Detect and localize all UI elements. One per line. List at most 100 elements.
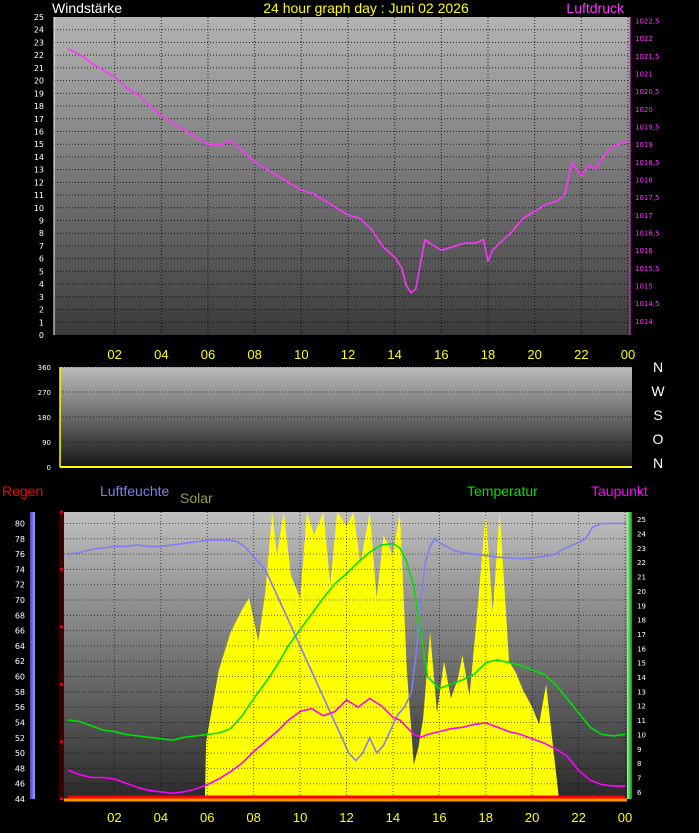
pressure-panel: 0123456789101112131415161718192021222324…	[34, 0, 660, 362]
pressure-y-axis: 1014 1014,5 1015 1015,5 1016 1016,5 1017 1017,5…	[629, 17, 660, 335]
humidity-tick-label: 72	[15, 581, 25, 590]
pressure-tick-label: 1020,5	[635, 88, 660, 96]
wind-tick-label: 9	[39, 217, 44, 226]
direction-tick-label: 0	[47, 464, 51, 472]
wind-tick-label: 16	[34, 127, 44, 136]
wind-tick-label: 4	[39, 280, 44, 289]
humidity-tick-label: 46	[15, 780, 25, 789]
compass-labels: NWSON	[651, 359, 665, 471]
temperature-tick-label: 22	[637, 559, 646, 567]
rain-axis-bar	[59, 512, 64, 799]
humidity-tick-label: 64	[15, 642, 25, 651]
compass-label: W	[651, 383, 665, 399]
humidity-tick-label: 58	[15, 688, 25, 697]
wind-tick-label: 13	[34, 166, 44, 175]
humidity-tick-label: 74	[15, 565, 25, 574]
wind-direction-panel: 090180270360 NWSON	[38, 359, 666, 472]
temperature-tick-label: 15	[637, 660, 646, 668]
x-tick-label: 22	[574, 347, 588, 362]
weather-graph: 0123456789101112131415161718192021222324…	[2, 0, 666, 825]
humidity-legend: Luftfeuchte	[100, 483, 169, 499]
humidity-tick-label: 60	[15, 673, 25, 682]
wind-tick-label: 23	[34, 38, 44, 47]
pressure-tick-label: 1017,5	[635, 194, 660, 202]
temperature-tick-label: 10	[637, 731, 646, 739]
rain-tick-marker	[60, 567, 63, 571]
rain-legend: Regen	[2, 483, 43, 499]
humidity-tick-label: 76	[15, 550, 25, 559]
humidity-y-axis: 44 46 48 50 52 54 56 58 60 62 64 66 68 70 72 74 76 78 80	[15, 519, 25, 804]
pressure-tick-label: 1020	[635, 106, 653, 114]
chart-title: 24 hour graph day : Juni 02 2026	[263, 0, 469, 16]
humidity-tick-label: 70	[15, 596, 25, 605]
wind-tick-label: 7	[39, 242, 44, 251]
humidity-tick-label: 44	[15, 795, 25, 804]
wind-tick-label: 6	[39, 255, 44, 264]
pressure-tick-label: 1021	[635, 71, 653, 79]
rain-tick-marker	[60, 625, 63, 629]
temperature-tick-label: 21	[637, 574, 646, 582]
climate-x-axis: 02 04 06 08 10 12 14 16 18 20 22 00	[64, 798, 632, 825]
x-tick-label: 14	[387, 347, 401, 362]
x-tick-label: 20	[525, 810, 539, 825]
wind-y-axis: 0123456789101112131415161718192021222324…	[34, 13, 55, 340]
climate-panel: 44464850525456586062646668707274767880 6…	[2, 483, 648, 825]
humidity-tick-label: 56	[15, 703, 25, 712]
wind-tick-label: 1	[39, 318, 44, 327]
wind-tick-label: 0	[39, 331, 44, 340]
x-tick-label: 06	[201, 347, 215, 362]
wind-tick-label: 17	[34, 115, 44, 124]
x-tick-label: 14	[386, 810, 400, 825]
x-tick-label: 20	[527, 347, 541, 362]
x-tick-label: 06	[200, 810, 214, 825]
direction-tick-label: 270	[38, 389, 51, 397]
humidity-axis-bar	[30, 512, 35, 799]
x-tick-label: 10	[293, 810, 307, 825]
humidity-tick-label: 54	[15, 718, 25, 727]
pressure-axis-title: Luftdruck	[566, 0, 625, 16]
solar-legend: Solar	[180, 490, 213, 506]
wind-tick-label: 20	[34, 77, 44, 86]
humidity-tick-label: 50	[15, 749, 25, 758]
wind-tick-label: 12	[34, 178, 44, 187]
pressure-tick-label: 1015,5	[635, 265, 660, 273]
humidity-tick-label: 78	[15, 535, 25, 544]
humidity-tick-label: 62	[15, 657, 25, 666]
humidity-tick-label: 66	[15, 627, 25, 636]
x-tick-label: 04	[154, 347, 168, 362]
x-tick-label: 16	[434, 347, 448, 362]
x-tick-label: 22	[571, 810, 585, 825]
direction-tick-label: 90	[42, 439, 51, 447]
x-tick-label: 18	[481, 347, 495, 362]
wind-tick-label: 19	[34, 89, 44, 98]
wind-tick-label: 3	[39, 293, 44, 302]
wind-tick-label: 5	[39, 267, 44, 276]
wind-axis-title: Windstärke	[52, 0, 122, 16]
humidity-tick-label: 68	[15, 611, 25, 620]
wind-tick-label: 24	[34, 26, 44, 35]
temperature-legend: Temperatur	[467, 483, 538, 499]
compass-label: O	[653, 431, 664, 447]
pressure-tick-label: 1017	[635, 212, 653, 220]
temperature-axis-bar	[627, 512, 632, 799]
temperature-tick-label: 18	[637, 617, 646, 625]
wind-tick-label: 15	[34, 140, 44, 149]
wind-tick-label: 22	[34, 51, 44, 60]
pressure-tick-label: 1014,5	[635, 300, 660, 308]
direction-tick-label: 180	[38, 414, 51, 422]
x-tick-label: 00	[618, 810, 632, 825]
temperature-tick-label: 12	[637, 703, 646, 711]
temperature-tick-label: 25	[637, 516, 646, 524]
temperature-tick-label: 6	[637, 789, 642, 797]
temperature-tick-label: 17	[637, 631, 646, 639]
pressure-plot-area	[54, 17, 630, 335]
temperature-tick-label: 20	[637, 588, 646, 596]
compass-label: S	[653, 407, 662, 423]
temperature-tick-label: 23	[637, 545, 646, 553]
x-tick-label: 18	[479, 810, 493, 825]
wind-tick-label: 18	[34, 102, 44, 111]
x-tick-label: 04	[154, 810, 168, 825]
x-tick-label: 02	[107, 810, 121, 825]
pressure-tick-label: 1016,5	[635, 230, 660, 238]
pressure-tick-label: 1014	[635, 318, 653, 326]
